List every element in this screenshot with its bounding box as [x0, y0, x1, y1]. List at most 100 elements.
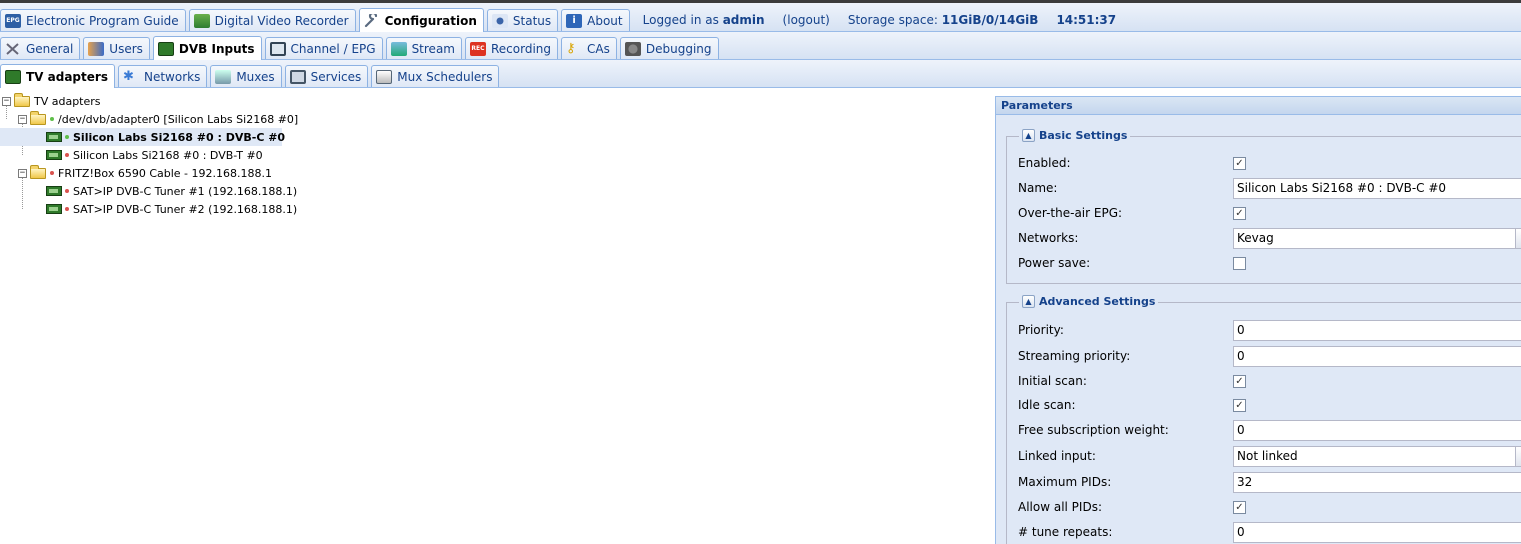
tab-label: Recording [490, 41, 552, 56]
logout-link[interactable]: (logout) [783, 13, 830, 27]
bug-icon [624, 41, 641, 56]
tab-about[interactable]: i About [561, 9, 630, 31]
tab-electronic-program-guide[interactable]: EPG Electronic Program Guide [0, 9, 186, 31]
name-field[interactable]: Silicon Labs Si2168 #0 : DVB-C #0 [1233, 177, 1521, 199]
tab-debugging[interactable]: Debugging [619, 37, 719, 59]
collapse-icon[interactable]: − [18, 168, 27, 178]
tab-cas[interactable]: ⚷ CAs [561, 37, 617, 59]
tab-label: Services [310, 69, 362, 84]
field-label: Linked input: [1018, 449, 1096, 463]
tab-general[interactable]: General [0, 37, 81, 59]
advanced-settings-legend: ▲ Advanced Settings [1019, 295, 1159, 308]
tree-node-root[interactable]: − TV adapters [0, 92, 290, 110]
tab-label: Networks [143, 69, 201, 84]
allow-all-pids-checkbox[interactable]: ✓ [1233, 500, 1246, 514]
tab-label: Electronic Program Guide [26, 13, 179, 28]
tree-node-fritzbox[interactable]: − FRITZ!Box 6590 Cable - 192.168.188.1 [0, 164, 290, 182]
networks-select[interactable]: Kevag ▼ [1233, 227, 1521, 249]
idle-scan-checkbox[interactable]: ✓ [1233, 398, 1246, 412]
priority-field[interactable]: 0 [1233, 319, 1521, 341]
tv-card-icon [5, 69, 21, 84]
streaming-priority-field[interactable]: 0 [1233, 345, 1521, 367]
tab-status[interactable]: Status [486, 9, 559, 31]
priority-row: Priority: 0 [1018, 319, 1521, 341]
folder-icon [30, 164, 46, 179]
tab-channel-epg[interactable]: Channel / EPG [264, 37, 383, 59]
adapter-tree: − TV adapters − /dev/dvb/adapter0 [Silic… [0, 92, 298, 218]
dvb-inputs-tab-bar: TV adapters ✱ Networks Muxes Services Mu… [0, 60, 1521, 88]
tree-node-adapter0-dvbt[interactable]: Silicon Labs Si2168 #0 : DVB-T #0 [0, 146, 290, 164]
tab-configuration[interactable]: Configuration [358, 8, 484, 32]
parameters-panel: Parameters ▲ Basic Settings Enabled: ✓ N… [995, 96, 1521, 544]
tree-node-label: FRITZ!Box 6590 Cable - 192.168.188.1 [58, 166, 272, 180]
download-icon [193, 13, 210, 28]
epg-icon: EPG [5, 13, 21, 28]
tab-label: DVB Inputs [178, 41, 255, 56]
tab-tv-adapters[interactable]: TV adapters [0, 64, 115, 88]
basic-settings-legend: ▲ Basic Settings [1019, 129, 1131, 142]
chevron-down-icon[interactable]: ▼ [1515, 228, 1521, 248]
select-value: Not linked [1237, 449, 1298, 463]
chevron-down-icon[interactable]: ▼ [1515, 446, 1521, 466]
enabled-checkbox[interactable]: ✓ [1233, 156, 1246, 170]
tab-users[interactable]: Users [83, 37, 150, 59]
tree-node-label: SAT>IP DVB-C Tuner #2 (192.168.188.1) [73, 202, 298, 216]
panel-title: Parameters [996, 97, 1521, 115]
initial-scan-checkbox[interactable]: ✓ [1233, 374, 1246, 388]
collapse-arrow-icon[interactable]: ▲ [1022, 295, 1035, 308]
tab-stream[interactable]: Stream [385, 37, 462, 59]
power-save-row: Power save: [1018, 252, 1521, 274]
tab-networks[interactable]: ✱ Networks [117, 65, 208, 87]
tab-mux-schedulers[interactable]: Mux Schedulers [371, 65, 500, 87]
free-subscription-weight-field[interactable]: 0 [1233, 419, 1521, 441]
tab-label: Mux Schedulers [397, 69, 493, 84]
content-area: − TV adapters − /dev/dvb/adapter0 [Silic… [0, 88, 1521, 544]
tree-node-label: Silicon Labs Si2168 #0 : DVB-C #0 [73, 130, 286, 144]
field-label: Maximum PIDs: [1018, 475, 1112, 489]
maximum-pids-field[interactable]: 32 [1233, 471, 1521, 493]
tab-label: Digital Video Recorder [214, 13, 349, 28]
tab-digital-video-recorder[interactable]: Digital Video Recorder [188, 9, 356, 31]
tab-label: Channel / EPG [290, 41, 376, 56]
tree-node-adapter0[interactable]: − /dev/dvb/adapter0 [Silicon Labs Si2168… [0, 110, 298, 128]
tree-node-label: Silicon Labs Si2168 #0 : DVB-T #0 [73, 148, 263, 162]
config-tab-bar: General Users DVB Inputs Channel / EPG S… [0, 32, 1521, 60]
status-dot-icon [50, 117, 54, 121]
clock: 14:51:37 [1056, 13, 1117, 27]
field-label: Streaming priority: [1018, 349, 1131, 363]
linked-input-select[interactable]: Not linked ▼ [1233, 445, 1521, 467]
mux-icon [215, 69, 232, 84]
collapse-arrow-icon[interactable]: ▲ [1022, 129, 1035, 142]
wrench-icon [364, 11, 380, 28]
tab-services[interactable]: Services [284, 65, 369, 87]
tab-label: Muxes [236, 69, 275, 84]
collapse-icon[interactable]: − [2, 96, 11, 106]
tune-repeats-row: # tune repeats: 0 [1018, 521, 1521, 543]
tools-icon [5, 42, 21, 56]
idle-scan-row: Idle scan: ✓ [1018, 394, 1521, 416]
power-save-checkbox[interactable] [1233, 256, 1246, 270]
tab-recording[interactable]: REC Recording [464, 37, 559, 59]
status-dot-icon [50, 171, 54, 175]
status-dot-icon [65, 207, 69, 211]
tree-node-tuner2[interactable]: SAT>IP DVB-C Tuner #2 (192.168.188.1) [0, 200, 297, 218]
scheduler-icon [376, 69, 393, 84]
tv-card-icon [46, 150, 62, 160]
tab-dvb-inputs[interactable]: DVB Inputs [152, 36, 262, 60]
tab-label: Stream [411, 41, 455, 56]
collapse-icon[interactable]: − [18, 114, 27, 124]
tab-label: Debugging [645, 41, 712, 56]
tree-node-adapter0-dvbc[interactable]: Silicon Labs Si2168 #0 : DVB-C #0 [0, 128, 286, 146]
tree-node-tuner1[interactable]: SAT>IP DVB-C Tuner #1 (192.168.188.1) [0, 182, 297, 200]
ota-epg-checkbox[interactable]: ✓ [1233, 206, 1246, 220]
streaming-priority-row: Streaming priority: 0 [1018, 345, 1521, 367]
username: admin [722, 13, 765, 27]
tab-label: TV adapters [26, 69, 108, 84]
tree-node-label: TV adapters [34, 94, 101, 108]
field-label: Free subscription weight: [1018, 423, 1169, 437]
logged-in-label: Logged in as [642, 13, 719, 27]
services-icon [289, 69, 306, 84]
tab-muxes[interactable]: Muxes [210, 65, 282, 87]
tune-repeats-field[interactable]: 0 [1233, 521, 1521, 543]
antenna-icon: ✱ [122, 68, 134, 84]
